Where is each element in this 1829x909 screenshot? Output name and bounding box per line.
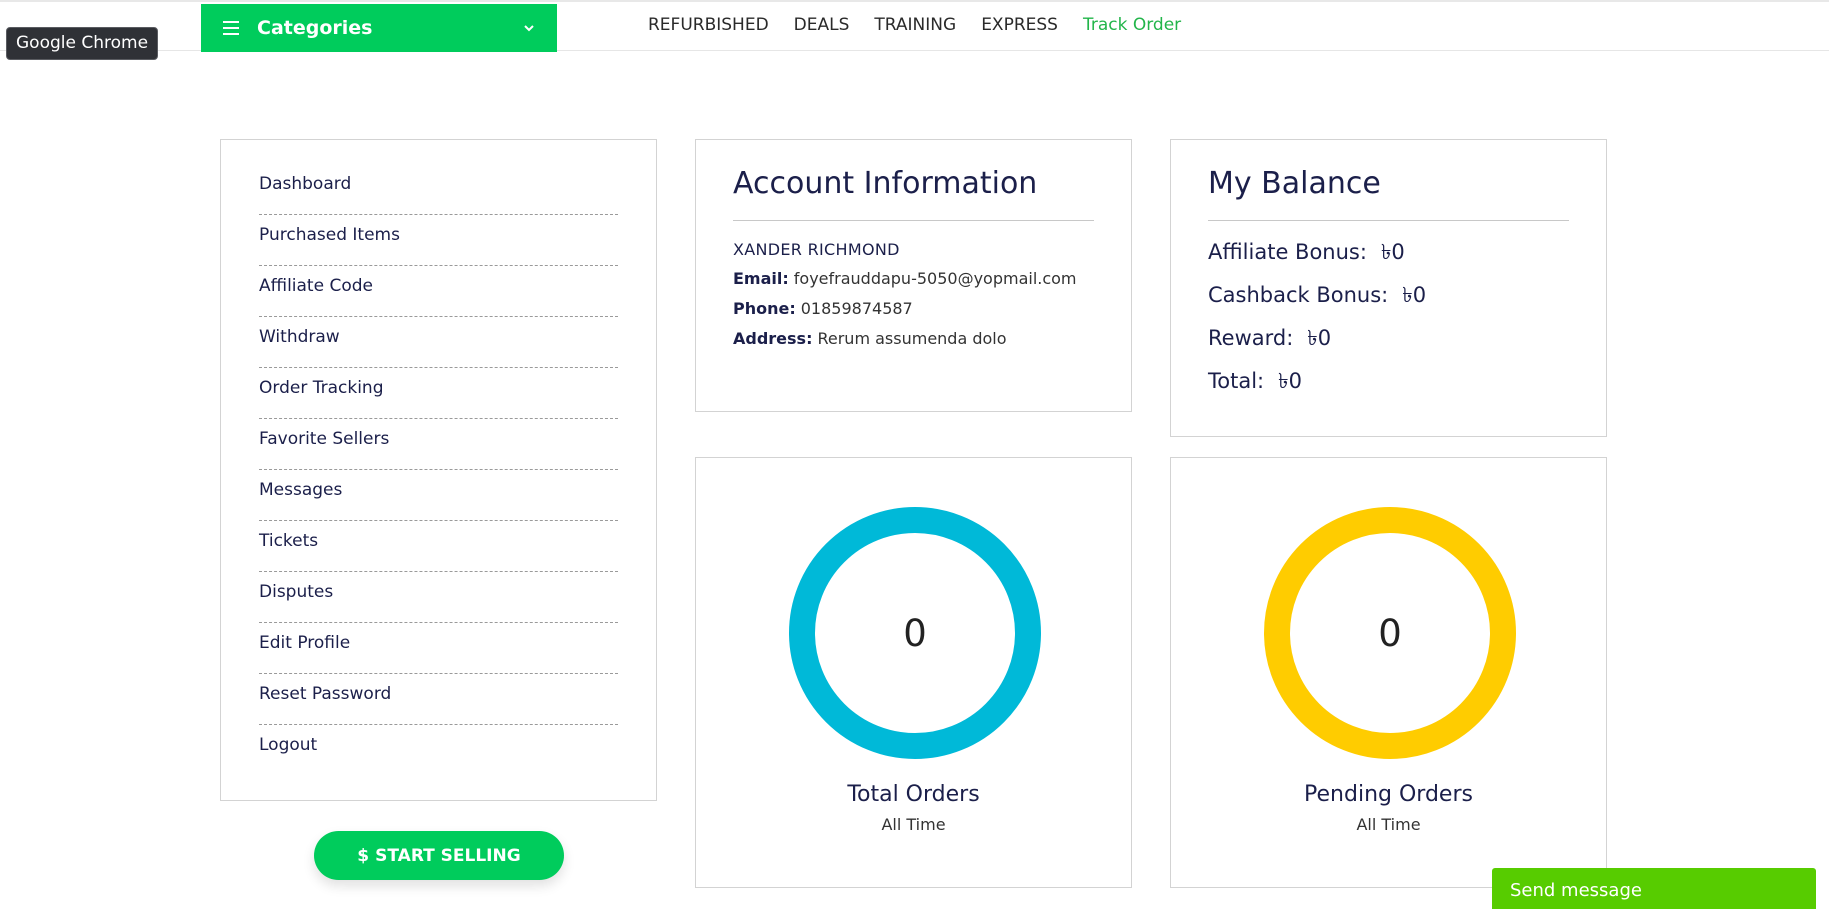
nav-refurbished[interactable]: REFURBISHED bbox=[648, 13, 769, 37]
balance-title: My Balance bbox=[1208, 166, 1569, 221]
total-orders-subtitle: All Time bbox=[881, 815, 946, 834]
nav-express[interactable]: EXPRESS bbox=[981, 13, 1058, 37]
account-name: XANDER RICHMOND bbox=[733, 240, 900, 259]
categories-dropdown[interactable]: Categories bbox=[201, 4, 557, 52]
balance-row-cashback-bonus: Cashback Bonus: ৳0 bbox=[1208, 280, 1569, 311]
hamburger-icon bbox=[223, 21, 239, 35]
pending-orders-value: 0 bbox=[1378, 611, 1402, 655]
phone-value: 01859874587 bbox=[800, 299, 913, 318]
sidebar-item-reset-password[interactable]: Reset Password bbox=[259, 674, 618, 725]
sidebar-item-withdraw[interactable]: Withdraw bbox=[259, 317, 618, 368]
account-address-line: Address: Rerum assumenda dolo bbox=[733, 329, 1094, 349]
balance-label: Cashback Bonus: bbox=[1208, 283, 1389, 307]
account-sidebar: Dashboard Purchased Items Affiliate Code… bbox=[220, 139, 657, 801]
phone-label: Phone: bbox=[733, 299, 796, 318]
balance-label: Affiliate Bonus: bbox=[1208, 240, 1367, 264]
sidebar-item-edit-profile[interactable]: Edit Profile bbox=[259, 623, 618, 674]
email-value: foyefrauddapu-5050@yopmail.com bbox=[793, 269, 1077, 288]
account-email-line: Email: foyefrauddapu-5050@yopmail.com bbox=[733, 269, 1094, 289]
dollar-icon: $ bbox=[357, 845, 370, 866]
start-selling-label: START SELLING bbox=[375, 845, 521, 866]
balance-row-affiliate-bonus: Affiliate Bonus: ৳0 bbox=[1208, 237, 1569, 268]
sidebar-item-disputes[interactable]: Disputes bbox=[259, 572, 618, 623]
my-balance-card: My Balance Affiliate Bonus: ৳0 Cashback B… bbox=[1170, 139, 1607, 437]
balance-value: ৳0 bbox=[1402, 283, 1427, 307]
top-nav: REFURBISHED DEALS TRAINING EXPRESS Track… bbox=[648, 13, 1181, 37]
account-phone-line: Phone: 01859874587 bbox=[733, 299, 1094, 319]
sidebar-item-dashboard[interactable]: Dashboard bbox=[259, 164, 618, 215]
address-value: Rerum assumenda dolo bbox=[817, 329, 1007, 348]
email-label: Email: bbox=[733, 269, 789, 288]
total-orders-value: 0 bbox=[903, 611, 927, 655]
send-message-button[interactable]: Send message bbox=[1492, 868, 1816, 909]
nav-deals[interactable]: DEALS bbox=[794, 13, 850, 37]
total-orders-ring: 0 bbox=[789, 507, 1041, 759]
balance-row-total: Total: ৳0 bbox=[1208, 366, 1569, 397]
pending-orders-title: Pending Orders bbox=[1304, 782, 1473, 807]
chevron-down-icon bbox=[524, 25, 534, 32]
account-title: Account Information bbox=[733, 166, 1094, 221]
pending-orders-card: 0 Pending Orders All Time bbox=[1170, 457, 1607, 888]
pending-orders-subtitle: All Time bbox=[1356, 815, 1421, 834]
total-orders-card: 0 Total Orders All Time bbox=[695, 457, 1132, 888]
account-information-card: Account Information XANDER RICHMOND Emai… bbox=[695, 139, 1132, 412]
total-orders-title: Total Orders bbox=[847, 782, 980, 807]
sidebar-item-logout[interactable]: Logout bbox=[259, 725, 618, 776]
pending-orders-ring: 0 bbox=[1264, 507, 1516, 759]
sidebar-item-favorite-sellers[interactable]: Favorite Sellers bbox=[259, 419, 618, 470]
top-border bbox=[0, 0, 1829, 2]
sidebar-item-messages[interactable]: Messages bbox=[259, 470, 618, 521]
balance-value: ৳0 bbox=[1307, 326, 1332, 350]
balance-label: Reward: bbox=[1208, 326, 1294, 350]
sidebar-item-order-tracking[interactable]: Order Tracking bbox=[259, 368, 618, 419]
balance-value: ৳0 bbox=[1278, 369, 1302, 393]
start-selling-button[interactable]: $ START SELLING bbox=[314, 831, 564, 880]
sidebar-item-affiliate-code[interactable]: Affiliate Code bbox=[259, 266, 618, 317]
address-label: Address: bbox=[733, 329, 813, 348]
nav-track-order[interactable]: Track Order bbox=[1083, 13, 1181, 37]
balance-row-reward: Reward: ৳0 bbox=[1208, 323, 1569, 354]
browser-tooltip: Google Chrome bbox=[6, 27, 159, 60]
balance-value: ৳0 bbox=[1380, 240, 1405, 264]
sidebar-item-tickets[interactable]: Tickets bbox=[259, 521, 618, 572]
sidebar-item-purchased-items[interactable]: Purchased Items bbox=[259, 215, 618, 266]
nav-training[interactable]: TRAINING bbox=[874, 13, 956, 37]
balance-label: Total: bbox=[1208, 369, 1265, 393]
categories-label: Categories bbox=[257, 17, 373, 39]
